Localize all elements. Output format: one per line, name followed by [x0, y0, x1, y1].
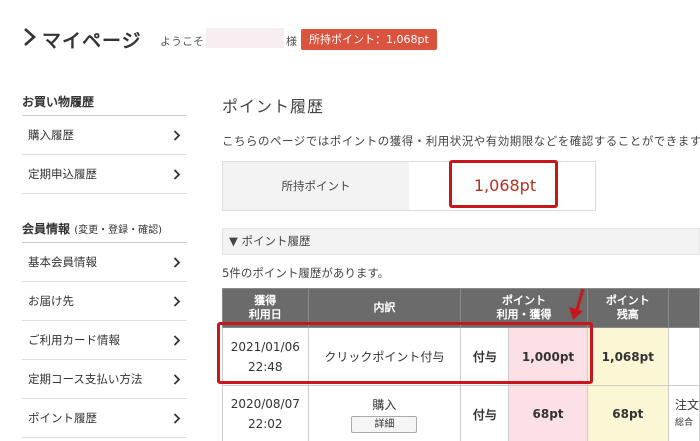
sidebar-item-label: 購入履歴	[28, 128, 74, 142]
table-row: 2020/08/07 22:02 購入 詳細 付与 68pt 68pt 注文 総合	[222, 385, 700, 441]
sidebar-item-label: 定期申込履歴	[28, 167, 97, 181]
header-balance: ポイント 残高	[586, 288, 669, 328]
sidebar-item-purchase-history[interactable]: 購入履歴	[22, 116, 187, 155]
welcome-suffix: 様	[286, 35, 297, 48]
mypage-header: マイページ ようこそ 様 所持ポイント：1,068pt	[0, 0, 700, 80]
detail-button[interactable]: 詳細	[351, 415, 418, 433]
sidebar-item-point-history[interactable]: ポイント履歴	[22, 399, 187, 438]
welcome-text: ようこそ	[160, 35, 204, 48]
page-title: マイページ	[42, 30, 142, 52]
member-heading-note: (変更・登録・確認)	[74, 225, 163, 236]
chevron-right-icon	[173, 374, 181, 385]
cell-note	[667, 327, 700, 386]
sidebar-item-label: ご利用カード情報	[28, 333, 120, 347]
cell-note: 注文 総合	[667, 385, 700, 441]
chevron-right-icon	[173, 335, 181, 346]
chevron-right-icon	[173, 413, 181, 424]
highlight-box-owned-points	[449, 160, 558, 208]
chevron-right-icon	[24, 28, 36, 46]
owned-points-label: 所持ポイント	[223, 162, 409, 210]
chevron-right-icon	[173, 130, 181, 141]
cell-points: 68pt	[508, 385, 588, 441]
header-note	[667, 288, 700, 328]
sidebar-heading-shopping: お買い物履歴	[22, 88, 187, 116]
sidebar-item-subscription-payment[interactable]: 定期コース支払い方法	[22, 360, 187, 399]
sidebar-item-label: 定期コース支払い方法	[28, 372, 143, 386]
sidebar-item-delivery-address[interactable]: お届け先	[22, 282, 187, 321]
cell-type: 付与	[460, 385, 510, 441]
chevron-right-icon	[173, 169, 181, 180]
history-count-text: 5件のポイント履歴があります。	[222, 266, 390, 280]
section-description: こちらのページではポイントの獲得・利用状況や有効期限などを確認することができます…	[222, 134, 700, 148]
section-title: ポイント履歴	[222, 97, 325, 116]
arrow-down-icon	[569, 288, 585, 320]
cell-balance: 68pt	[586, 385, 669, 441]
sidebar-heading-member: 会員情報 (変更・登録・確認)	[22, 215, 187, 243]
sidebar-item-label: 基本会員情報	[28, 255, 97, 269]
cell-detail: 購入 詳細	[307, 385, 462, 441]
cell-detail-text: 購入	[372, 397, 397, 412]
cell-date: 2020/08/07 22:02	[222, 385, 309, 441]
points-badge: 所持ポイント：1,068pt	[301, 29, 437, 50]
member-heading-text: 会員情報	[22, 222, 71, 236]
chevron-right-icon	[173, 257, 181, 268]
user-name-mask	[206, 28, 284, 48]
cell-balance: 1,068pt	[586, 327, 669, 386]
sidebar-item-subscription-history[interactable]: 定期申込履歴	[22, 155, 187, 194]
sidebar-item-basic-info[interactable]: 基本会員情報	[22, 243, 187, 282]
highlight-box-first-row	[217, 322, 593, 384]
sidebar-item-label: お届け先	[28, 294, 74, 308]
sidebar-item-card-info[interactable]: ご利用カード情報	[22, 321, 187, 360]
sidebar: お買い物履歴 購入履歴 定期申込履歴 会員情報 (変更・登録・確認) 基本会員情…	[22, 88, 187, 438]
sidebar-item-label: ポイント履歴	[28, 411, 97, 425]
point-history-accordion[interactable]: ▼ ポイント履歴	[222, 228, 700, 255]
chevron-right-icon	[173, 296, 181, 307]
